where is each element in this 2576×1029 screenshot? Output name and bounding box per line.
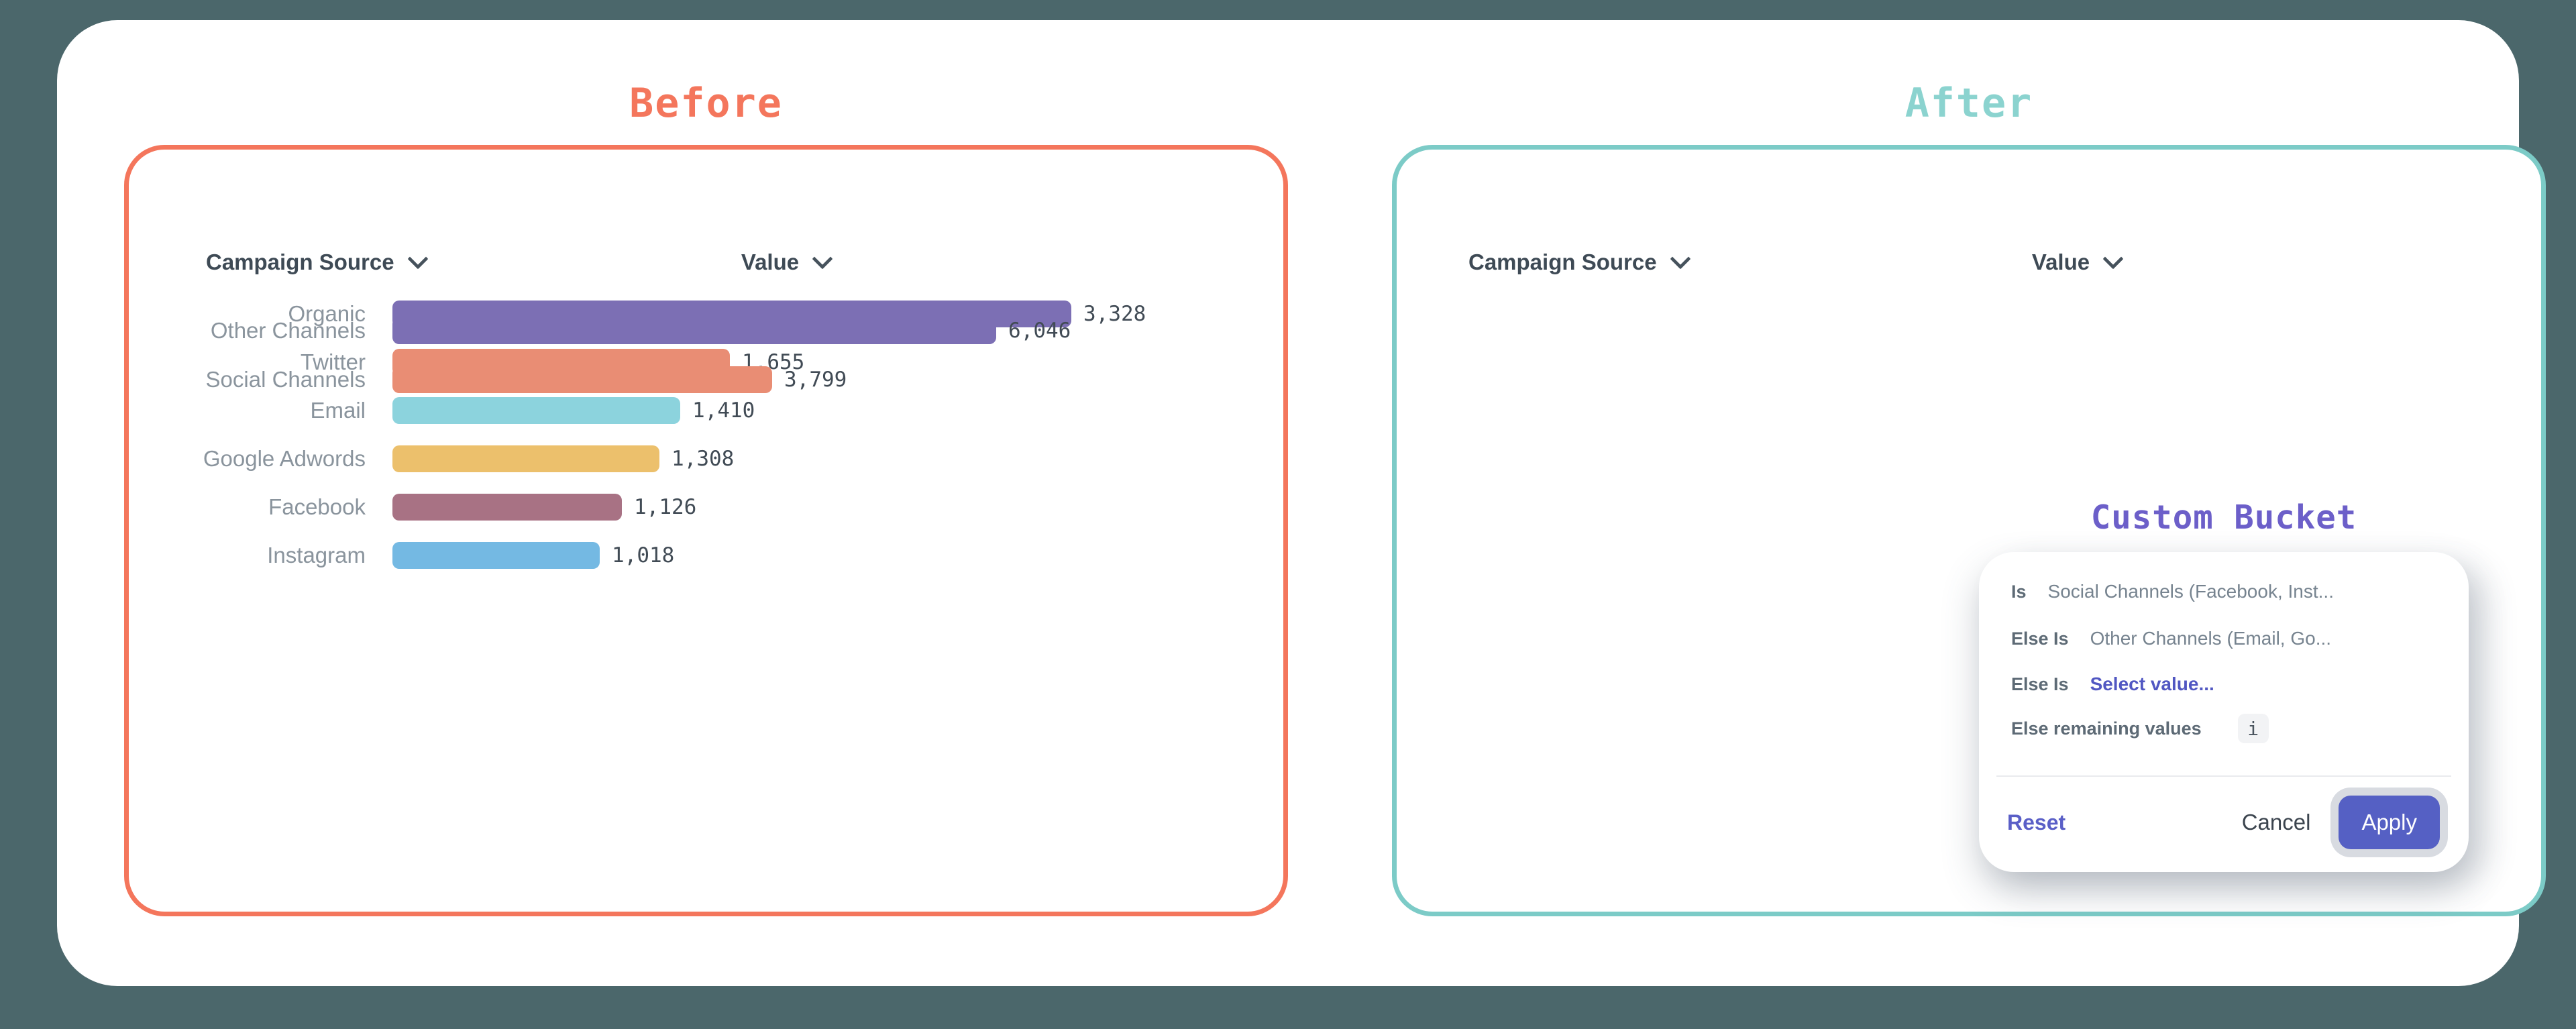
bucket-row-else-is-1: Else Is Other Channels (Email, Go... (2011, 624, 2331, 653)
row-label: Social Channels (57, 367, 392, 392)
dialog-divider (1996, 775, 2451, 777)
apply-button[interactable]: Apply (2339, 796, 2440, 849)
dialog-footer: Reset Cancel Apply (2007, 794, 2440, 851)
table-row: Google Adwords 1,308 (57, 435, 2519, 483)
chevron-down-icon[interactable] (407, 248, 428, 269)
value-bar[interactable] (392, 317, 996, 344)
bucket-row-label: Else Is (2011, 674, 2069, 695)
value-bar[interactable] (392, 494, 622, 521)
after-campaign-source-header[interactable]: Campaign Source (1468, 246, 1688, 279)
main-card: Before After Campaign Source Value Campa… (57, 20, 2519, 986)
chevron-down-icon[interactable] (812, 248, 833, 269)
value-bar[interactable] (392, 445, 659, 472)
bucket-row-label: Else remaining values (2011, 718, 2202, 739)
cancel-button[interactable]: Cancel (2242, 810, 2311, 835)
bucket-row-label: Else Is (2011, 629, 2069, 649)
before-value-header-label: Value (741, 250, 799, 275)
chevron-down-icon[interactable] (2103, 248, 2124, 269)
table-row: Social Channels 3,799 (57, 355, 2519, 404)
after-title: After (1392, 76, 2546, 130)
info-icon[interactable]: i (2238, 714, 2269, 743)
after-value-header[interactable]: Value (1969, 246, 2184, 279)
bucket-row-is: Is Social Channels (Facebook, Inst... (2011, 577, 2334, 606)
row-value: 1,126 (634, 495, 696, 519)
table-row: Other Channels 6,046 (57, 306, 2519, 355)
row-label: Google Adwords (57, 446, 392, 472)
custom-bucket-title: Custom Bucket (2023, 498, 2425, 538)
before-value-header[interactable]: Value (678, 246, 893, 279)
after-table-rows: Other Channels 6,046 Social Channels 3,799 (57, 306, 2519, 404)
after-value-header-label: Value (2032, 250, 2090, 275)
row-value: 6,046 (1008, 319, 1071, 343)
select-value-link[interactable]: Select value... (2090, 673, 2214, 695)
row-value: 3,799 (784, 368, 847, 392)
row-value: 1,018 (612, 543, 674, 567)
value-bar[interactable] (392, 366, 772, 393)
value-bar[interactable] (392, 542, 600, 569)
chevron-down-icon[interactable] (1670, 248, 1690, 269)
row-label: Instagram (57, 543, 392, 568)
after-campaign-source-header-label: Campaign Source (1468, 250, 1657, 275)
page-background: { "titles": { "before": "Before", "after… (0, 0, 2576, 1029)
before-title: Before (124, 76, 1288, 130)
bucket-row-value[interactable]: Social Channels (Facebook, Inst... (2048, 581, 2334, 602)
row-value: 1,308 (672, 447, 734, 471)
before-campaign-source-header[interactable]: Campaign Source (206, 246, 425, 279)
bucket-row-remaining: Else remaining values i (2011, 714, 2269, 743)
row-label: Other Channels (57, 318, 392, 343)
custom-bucket-dialog: Is Social Channels (Facebook, Inst... El… (1979, 552, 2469, 872)
before-campaign-source-header-label: Campaign Source (206, 250, 394, 275)
bucket-row-value[interactable]: Other Channels (Email, Go... (2090, 628, 2331, 649)
bucket-row-else-is-2: Else Is Select value... (2011, 669, 2214, 699)
reset-button[interactable]: Reset (2007, 810, 2065, 835)
bucket-row-label: Is (2011, 582, 2027, 602)
row-label: Facebook (57, 494, 392, 520)
